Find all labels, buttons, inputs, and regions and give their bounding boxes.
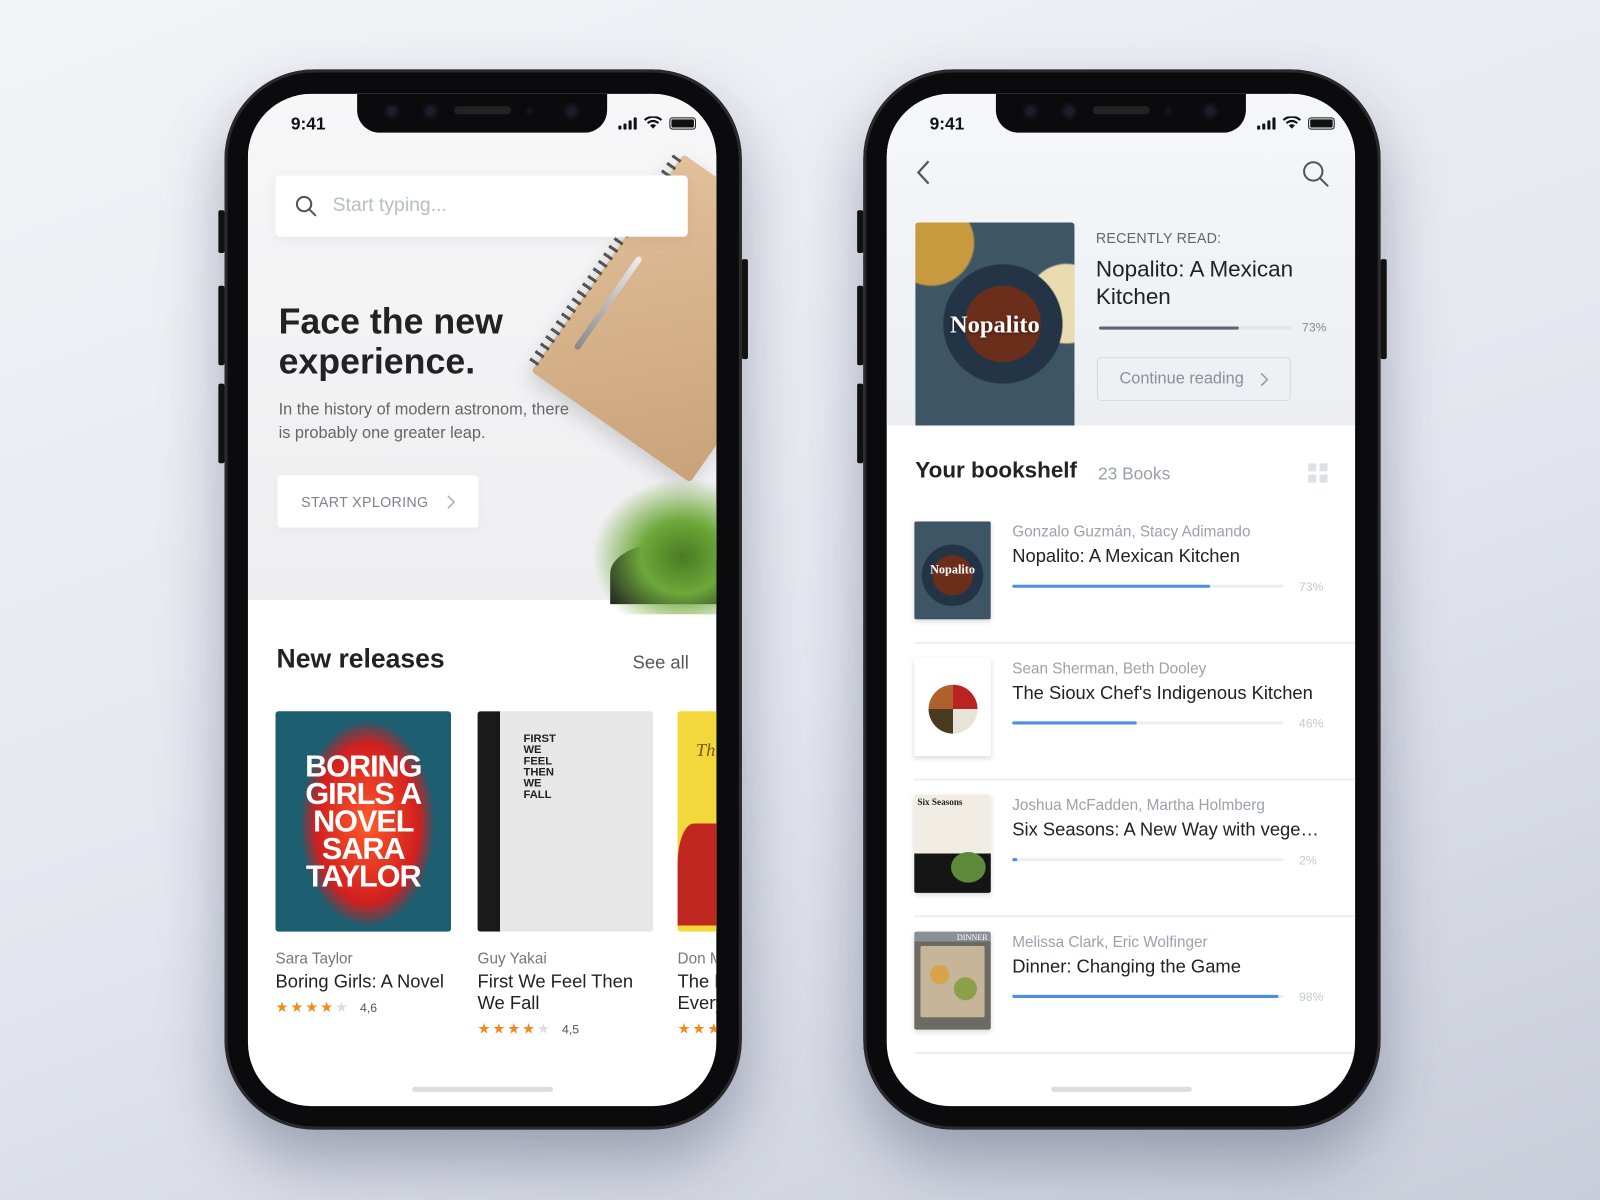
book-cover: Th of [677, 711, 717, 932]
status-icons [618, 116, 696, 130]
search-bar[interactable] [275, 175, 688, 237]
battery-icon [1308, 117, 1335, 130]
progress-label: 98% [1298, 989, 1324, 1005]
book-thumbnail: DINNER [914, 931, 991, 1030]
book-title: The E Every [677, 971, 717, 1014]
star-icon: ★ [275, 998, 289, 1016]
book-author: Don M [677, 949, 717, 968]
right-phone: Nopalito RECENTLY READ: Nopalito: A Mexi… [857, 69, 1387, 1130]
rating-value: 4,6 [360, 1000, 378, 1015]
star-icon: ★ [536, 1020, 550, 1037]
signal-icon [618, 117, 637, 130]
battery-icon [669, 117, 696, 130]
reading-progress-bar [1012, 858, 1284, 862]
star-icon: ★ [320, 998, 333, 1016]
back-chevron-icon[interactable] [915, 159, 931, 186]
book-title: Boring Girls: A Novel [275, 971, 444, 992]
recent-progress-label: 73% [1302, 320, 1327, 335]
status-time: 9:41 [290, 114, 326, 134]
see-all-link[interactable]: See all [633, 652, 689, 673]
book-title: Six Seasons: A New Way with vege… [1012, 819, 1319, 840]
recently-read-label: RECENTLY READ: [1095, 229, 1222, 246]
book-title: Dinner: Changing the Game [1012, 956, 1241, 977]
reading-progress-bar [1012, 994, 1284, 998]
star-icon: ★ [305, 998, 319, 1016]
bookshelf-item[interactable]: Nopalito Gonzalo Guzmán, Stacy Adimando … [914, 507, 1356, 644]
recent-book-title: Nopalito: A Mexican Kitchen [1095, 256, 1294, 310]
bookshelf-item[interactable]: Six Seasons Joshua McFadden, Martha Holm… [914, 781, 1356, 918]
star-icon: ★ [290, 998, 304, 1016]
progress-label: 46% [1298, 716, 1324, 731]
book-card[interactable]: BORING GIRLS A NOVEL SARA TAYLOR Sara Ta… [275, 711, 452, 1016]
reading-progress-bar [1012, 584, 1284, 588]
book-thumbnail: SIOUX CHEF'S [914, 658, 991, 756]
hero-heading: Face the new experience. [278, 302, 503, 382]
book-card[interactable]: FIRST WE FEEL THEN WE FALL Guy Yakai Fir… [477, 711, 654, 1038]
recently-read-section: Nopalito RECENTLY READ: Nopalito: A Mexi… [886, 93, 1356, 426]
recent-book-cover[interactable]: Nopalito [915, 222, 1075, 426]
signal-icon [1257, 117, 1276, 130]
star-icon: ★ [692, 1020, 706, 1037]
star-icon: ★ [492, 1020, 506, 1037]
left-phone: Face the new experience. In the history … [218, 69, 748, 1130]
chevron-right-icon [1260, 372, 1269, 386]
home-indicator [1051, 1086, 1192, 1092]
plant-image [584, 471, 717, 615]
book-author: Joshua McFadden, Martha Holmberg [1012, 796, 1265, 815]
star-icon: ★ [334, 998, 348, 1016]
status-time: 9:41 [929, 114, 965, 134]
home-screen: Face the new experience. In the history … [247, 93, 717, 1107]
search-input[interactable] [332, 194, 639, 218]
star-rating: ★ ★ ★ ★ ★ 4,6 [276, 999, 452, 1016]
book-author: Sean Sherman, Beth Dooley [1012, 660, 1207, 678]
star-rating: ★ ★ ★ ★ ★ 4,5 [478, 1020, 654, 1037]
book-author: Sara Taylor [275, 949, 353, 968]
wifi-icon [1282, 116, 1302, 129]
bookshelf-count: 23 Books [1097, 464, 1171, 484]
start-exploring-button[interactable]: START XPLORING [277, 475, 479, 528]
book-thumbnail: Six Seasons [914, 794, 991, 893]
chevron-right-icon [447, 494, 455, 509]
star-rating: ★★★ [678, 1020, 717, 1037]
home-indicator [412, 1086, 554, 1092]
rating-value: 4,5 [562, 1021, 580, 1037]
reading-progress-bar [1012, 721, 1284, 725]
notch [357, 93, 608, 133]
library-screen: Nopalito RECENTLY READ: Nopalito: A Mexi… [886, 93, 1356, 1107]
notch [995, 93, 1246, 133]
wifi-icon [643, 116, 663, 129]
book-title: Nopalito: A Mexican Kitchen [1012, 545, 1240, 567]
star-icon: ★ [522, 1020, 535, 1037]
book-card[interactable]: Th of Don M The E Every ★★★ [677, 711, 717, 1038]
continue-reading-label: Continue reading [1119, 369, 1244, 388]
hero-subtitle: In the history of modern astronom, there… [278, 401, 569, 442]
star-icon: ★ [677, 1020, 691, 1037]
search-icon[interactable] [1301, 159, 1330, 188]
search-icon [295, 195, 317, 217]
book-thumbnail: Nopalito [914, 521, 991, 620]
grid-view-icon[interactable] [1308, 463, 1328, 483]
book-author: Gonzalo Guzmán, Stacy Adimando [1012, 523, 1251, 541]
recent-progress-bar [1098, 326, 1291, 330]
book-cover: BORING GIRLS A NOVEL SARA TAYLOR [275, 711, 452, 932]
bookshelf-item[interactable]: DINNER Melissa Clark, Eric Wolfinger Din… [914, 917, 1356, 1055]
bookshelf-item[interactable]: SIOUX CHEF'S Sean Sherman, Beth Dooley T… [914, 644, 1356, 781]
star-icon: ★ [707, 1020, 716, 1037]
bookshelf-title: Your bookshelf [915, 457, 1078, 483]
progress-label: 2% [1298, 853, 1317, 868]
book-author: Melissa Clark, Eric Wolfinger [1012, 933, 1208, 952]
book-title: First We Feel Then We Fall [477, 971, 634, 1014]
new-releases-title: New releases [276, 642, 445, 674]
star-icon: ★ [507, 1020, 521, 1037]
book-title: The Sioux Chef's Indigenous Kitchen [1012, 682, 1313, 704]
book-author: Guy Yakai [477, 949, 547, 968]
book-cover: FIRST WE FEEL THEN WE FALL [477, 711, 654, 932]
hero-section: Face the new experience. In the history … [247, 93, 717, 615]
start-exploring-label: START XPLORING [301, 493, 429, 510]
star-icon: ★ [477, 1020, 491, 1037]
status-icons [1257, 116, 1335, 130]
continue-reading-button[interactable]: Continue reading [1096, 357, 1291, 402]
progress-label: 73% [1298, 579, 1324, 594]
